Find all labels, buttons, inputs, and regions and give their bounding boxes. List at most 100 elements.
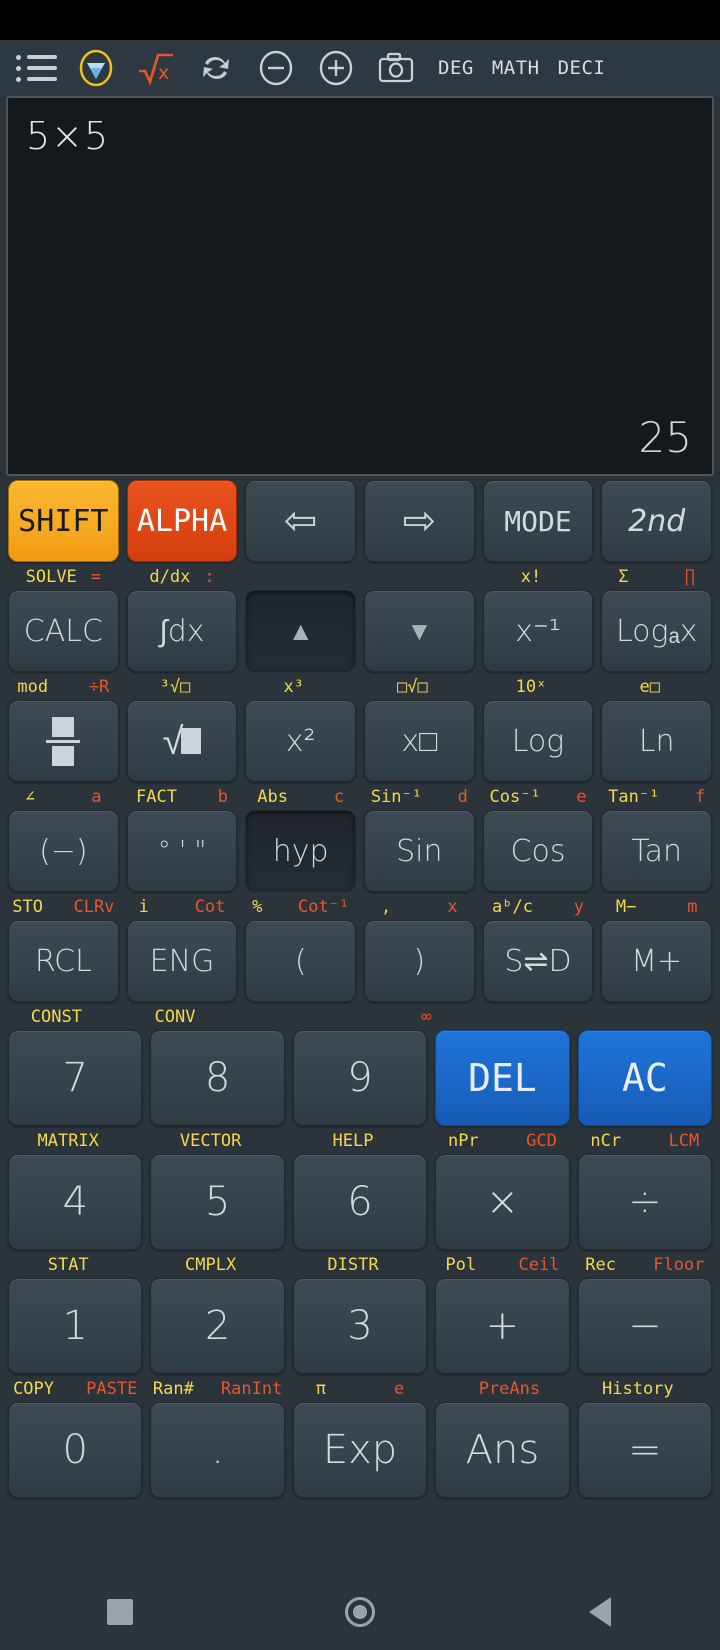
key-row-3: √ x² x□ Log Ln: [4, 700, 716, 782]
back-button[interactable]: [565, 1587, 635, 1637]
key-down-arrow[interactable]: ▼: [364, 590, 475, 672]
mode-angle[interactable]: DEG: [438, 57, 474, 79]
hint-alpha: Floor: [653, 1255, 705, 1275]
key-sin[interactable]: Sin: [364, 810, 475, 892]
hint-shift: Rec: [585, 1255, 616, 1275]
key-tan[interactable]: Tan: [601, 810, 713, 892]
key-close-paren[interactable]: ): [364, 920, 475, 1002]
home-button[interactable]: [325, 1587, 395, 1637]
key-equals[interactable]: =: [577, 1402, 713, 1498]
status-bar: [0, 0, 720, 40]
hint-shift: CONV: [154, 1007, 196, 1027]
key-ln[interactable]: Ln: [601, 700, 713, 782]
key-mode[interactable]: MODE: [482, 480, 594, 562]
key-exp[interactable]: Exp: [292, 1402, 428, 1498]
key-1[interactable]: 1: [8, 1278, 143, 1374]
key-left-arrow[interactable]: ⇦: [245, 480, 357, 562]
key-decimal-point[interactable]: .: [150, 1402, 285, 1498]
android-navigation-bar: [0, 1574, 720, 1650]
key-label: ENG: [149, 943, 215, 979]
key-3[interactable]: 3: [292, 1278, 428, 1374]
key-label: ⇦: [283, 498, 318, 544]
key-9[interactable]: 9: [292, 1030, 428, 1126]
key-label: 6: [347, 1179, 373, 1225]
key-plus[interactable]: +: [435, 1278, 570, 1374]
hint-shift: nCr: [590, 1131, 622, 1151]
key-7[interactable]: 7: [8, 1030, 143, 1126]
camera-icon[interactable]: [374, 46, 418, 90]
key-integral[interactable]: ∫dx: [126, 590, 238, 672]
key-hyp[interactable]: hyp: [245, 810, 357, 892]
hint-alpha: x: [447, 897, 458, 917]
key-s-to-d[interactable]: S⇌D: [482, 920, 594, 1002]
hint-alpha: ∏: [684, 567, 695, 587]
hint-alpha: c: [333, 787, 345, 807]
key-calc[interactable]: CALC: [8, 590, 119, 672]
hint-alpha: b: [217, 787, 228, 807]
key-label: MODE: [504, 504, 572, 538]
minus-circle-icon[interactable]: [254, 46, 298, 90]
key-ac[interactable]: AC: [577, 1030, 713, 1126]
key-up-arrow[interactable]: ▲: [245, 590, 357, 672]
key-del[interactable]: DEL: [435, 1030, 570, 1126]
hint-shift: %: [252, 897, 263, 917]
hint-shift: ³√□: [159, 677, 191, 697]
key-0[interactable]: 0: [8, 1402, 143, 1498]
sqrt-x-icon[interactable]: x: [134, 46, 178, 90]
key-label: x□: [401, 723, 438, 759]
key-shift[interactable]: SHIFT: [8, 480, 119, 562]
hint-alpha: :: [204, 567, 215, 587]
key-negative[interactable]: (−): [8, 810, 119, 892]
hint-shift: Tan⁻¹: [608, 787, 660, 807]
key-ans[interactable]: Ans: [435, 1402, 570, 1498]
hint-shift: COPY: [13, 1379, 55, 1399]
recents-button[interactable]: [85, 1587, 155, 1637]
gem-icon[interactable]: [74, 46, 118, 90]
key-divide[interactable]: ÷: [577, 1154, 713, 1250]
mode-output[interactable]: DECI: [558, 57, 606, 79]
key-label: .: [211, 1427, 224, 1473]
key-x-power[interactable]: x□: [364, 700, 475, 782]
key-reciprocal[interactable]: x⁻¹: [482, 590, 594, 672]
key-fraction[interactable]: [8, 700, 119, 782]
calculator-display[interactable]: 5×5 25: [6, 96, 714, 476]
key-label: (−): [39, 833, 88, 869]
key-open-paren[interactable]: (: [245, 920, 357, 1002]
hint-alpha: CLRv: [73, 897, 115, 917]
key-right-arrow[interactable]: ⇨: [364, 480, 475, 562]
key-log[interactable]: Log: [482, 700, 594, 782]
key-label: ALPHA: [136, 503, 228, 539]
hint-shift: ,: [381, 897, 392, 917]
refresh-icon[interactable]: [194, 46, 238, 90]
key-multiply[interactable]: ×: [435, 1154, 570, 1250]
hint-shift: M−: [615, 897, 637, 917]
calculator-app: x DEG MATH DECI 5×5 25 SHIFT ALPHA ⇦ ⇨ M…: [0, 0, 720, 1650]
key-label: Exp: [322, 1427, 398, 1473]
key-memory-plus[interactable]: M+: [601, 920, 713, 1002]
hint-shift: x!: [520, 567, 542, 587]
hint-shift: HELP: [332, 1131, 374, 1151]
key-eng[interactable]: ENG: [126, 920, 238, 1002]
key-4[interactable]: 4: [8, 1154, 143, 1250]
key-6[interactable]: 6: [292, 1154, 428, 1250]
mode-input[interactable]: MATH: [492, 57, 540, 79]
hint-shift: FACT: [136, 787, 177, 807]
menu-icon[interactable]: [14, 46, 58, 90]
key-log-base-a[interactable]: Logₐx: [601, 590, 713, 672]
key-8[interactable]: 8: [150, 1030, 285, 1126]
key-x-squared[interactable]: x²: [245, 700, 357, 782]
mode-indicators: DEG MATH DECI: [438, 57, 605, 79]
key-2[interactable]: 2: [150, 1278, 285, 1374]
key-square-root[interactable]: √: [126, 700, 238, 782]
key-alpha[interactable]: ALPHA: [126, 480, 238, 562]
plus-circle-icon[interactable]: [314, 46, 358, 90]
key-cos[interactable]: Cos: [482, 810, 594, 892]
key-degrees-minutes-seconds[interactable]: ° ' ": [126, 810, 238, 892]
key-rcl[interactable]: RCL: [8, 920, 119, 1002]
key-row-6: 7 8 9 DEL AC: [4, 1030, 716, 1126]
key-5[interactable]: 5: [150, 1154, 285, 1250]
key-label: Tan: [631, 833, 683, 869]
key-2nd[interactable]: 2nd: [601, 480, 713, 562]
key-minus[interactable]: −: [577, 1278, 713, 1374]
key-label: (: [294, 943, 307, 979]
